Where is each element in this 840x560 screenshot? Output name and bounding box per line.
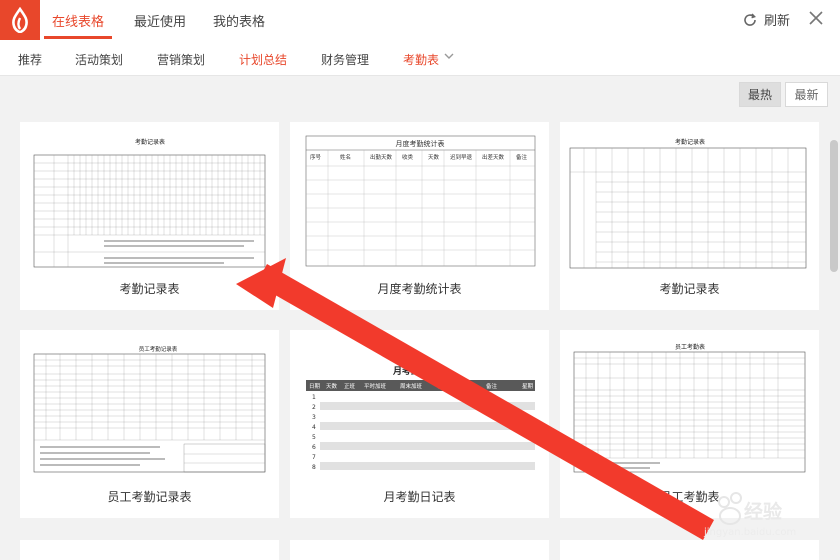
template-preview: 考勤记录表 [33, 138, 266, 268]
top-bar: 在线表格 最近使用 我的表格 刷新 [0, 0, 840, 40]
active-tab-indicator [44, 36, 112, 39]
column-header: 备注 [516, 153, 528, 161]
sort-new-button[interactable]: 最新 [785, 82, 828, 107]
column-header: 节日时间 [436, 382, 458, 390]
flame-logo-icon [12, 7, 28, 33]
column-header: 迟到早退 [450, 153, 473, 161]
template-name: 月度考勤统计表 [377, 282, 462, 296]
column-header: 备注 [486, 382, 498, 390]
preview-title: 月度考勤统计表 [396, 139, 445, 148]
template-name: 员工考勤记录表 [107, 490, 192, 504]
category-recommended[interactable]: 推荐 [18, 51, 42, 68]
chevron-down-icon[interactable] [444, 52, 454, 60]
column-header: 姓名 [340, 153, 351, 161]
template-card[interactable] [20, 540, 279, 560]
template-card[interactable]: 考勤记录表 考勤记录表 [560, 122, 819, 310]
column-header: 星期 [522, 383, 534, 390]
watermark-brand: 经验 [744, 501, 783, 523]
preview-title: 考勤记录表 [675, 138, 705, 146]
column-header: 平时加班 [364, 382, 387, 390]
refresh-label: 刷新 [764, 14, 791, 29]
template-preview: 员工考勤表 [573, 343, 806, 473]
column-header: 收类 [402, 153, 414, 161]
column-header: 周末加班 [400, 382, 423, 390]
refresh-icon [744, 12, 756, 26]
row-number: 1 [312, 394, 316, 401]
column-header: 天数 [326, 382, 338, 390]
column-header: 正班 [344, 382, 356, 390]
column-header: 序号 [310, 153, 322, 161]
tab-my-sheets[interactable]: 我的表格 [213, 11, 265, 30]
close-icon[interactable] [806, 8, 826, 28]
template-preview: 月度考勤统计表 序号 姓名 出勤天数 收类 天数 迟到早退 出差天数 备注 [305, 135, 536, 267]
category-finance[interactable]: 财务管理 [321, 51, 369, 68]
template-card[interactable] [290, 540, 549, 560]
template-preview: 月考勤日记表 日期 天数 正班 平时加班 周末加班 节日时间 备注 星期 1 2… [306, 365, 535, 471]
preview-title: 月考勤日记表 [392, 365, 448, 377]
tab-online-sheets[interactable]: 在线表格 [52, 11, 104, 30]
row-number: 7 [312, 454, 316, 461]
template-card[interactable]: 月考勤日记表 日期 天数 正班 平时加班 周末加班 节日时间 备注 星期 1 2… [290, 330, 549, 518]
tab-recent[interactable]: 最近使用 [134, 11, 186, 30]
preview-title: 考勤记录表 [135, 138, 165, 146]
template-card[interactable]: 考勤记录表 考勤记录表 [20, 122, 279, 310]
row-number: 4 [312, 424, 316, 431]
row-number: 6 [312, 444, 316, 451]
template-preview: 员工考勤记录表 [33, 345, 266, 473]
watermark-url: jingyan.baidu.com [704, 527, 797, 538]
app-logo[interactable] [0, 0, 40, 40]
row-number: 5 [312, 434, 316, 441]
template-preview: 考勤记录表 [569, 138, 807, 269]
row-number: 2 [312, 404, 316, 411]
template-name: 月考勤日记表 [383, 490, 456, 504]
category-attendance[interactable]: 考勤表 [403, 51, 439, 68]
template-name: 考勤记录表 [119, 282, 180, 296]
sort-hot-button[interactable]: 最热 [739, 82, 781, 107]
preview-title: 员工考勤表 [675, 343, 705, 351]
column-header: 出勤天数 [370, 153, 393, 161]
column-header: 日期 [309, 383, 321, 390]
template-card[interactable]: 员工考勤记录表 员工考勤记录表 [20, 330, 279, 518]
row-number: 8 [312, 464, 316, 471]
template-card[interactable]: 月度考勤统计表 序号 姓名 出勤天数 收类 天数 迟到早退 出差天数 备注 月度… [290, 122, 549, 310]
category-event-planning[interactable]: 活动策划 [75, 51, 123, 68]
column-header: 天数 [428, 153, 440, 161]
scrollbar-thumb[interactable] [830, 140, 838, 272]
refresh-button[interactable]: 刷新 [742, 10, 790, 29]
template-name: 考勤记录表 [659, 282, 720, 296]
category-plan-summary[interactable]: 计划总结 [239, 51, 287, 68]
preview-title: 员工考勤记录表 [139, 345, 178, 353]
row-number: 3 [312, 414, 316, 421]
category-marketing-planning[interactable]: 营销策划 [157, 51, 205, 68]
column-header: 出差天数 [482, 153, 505, 161]
